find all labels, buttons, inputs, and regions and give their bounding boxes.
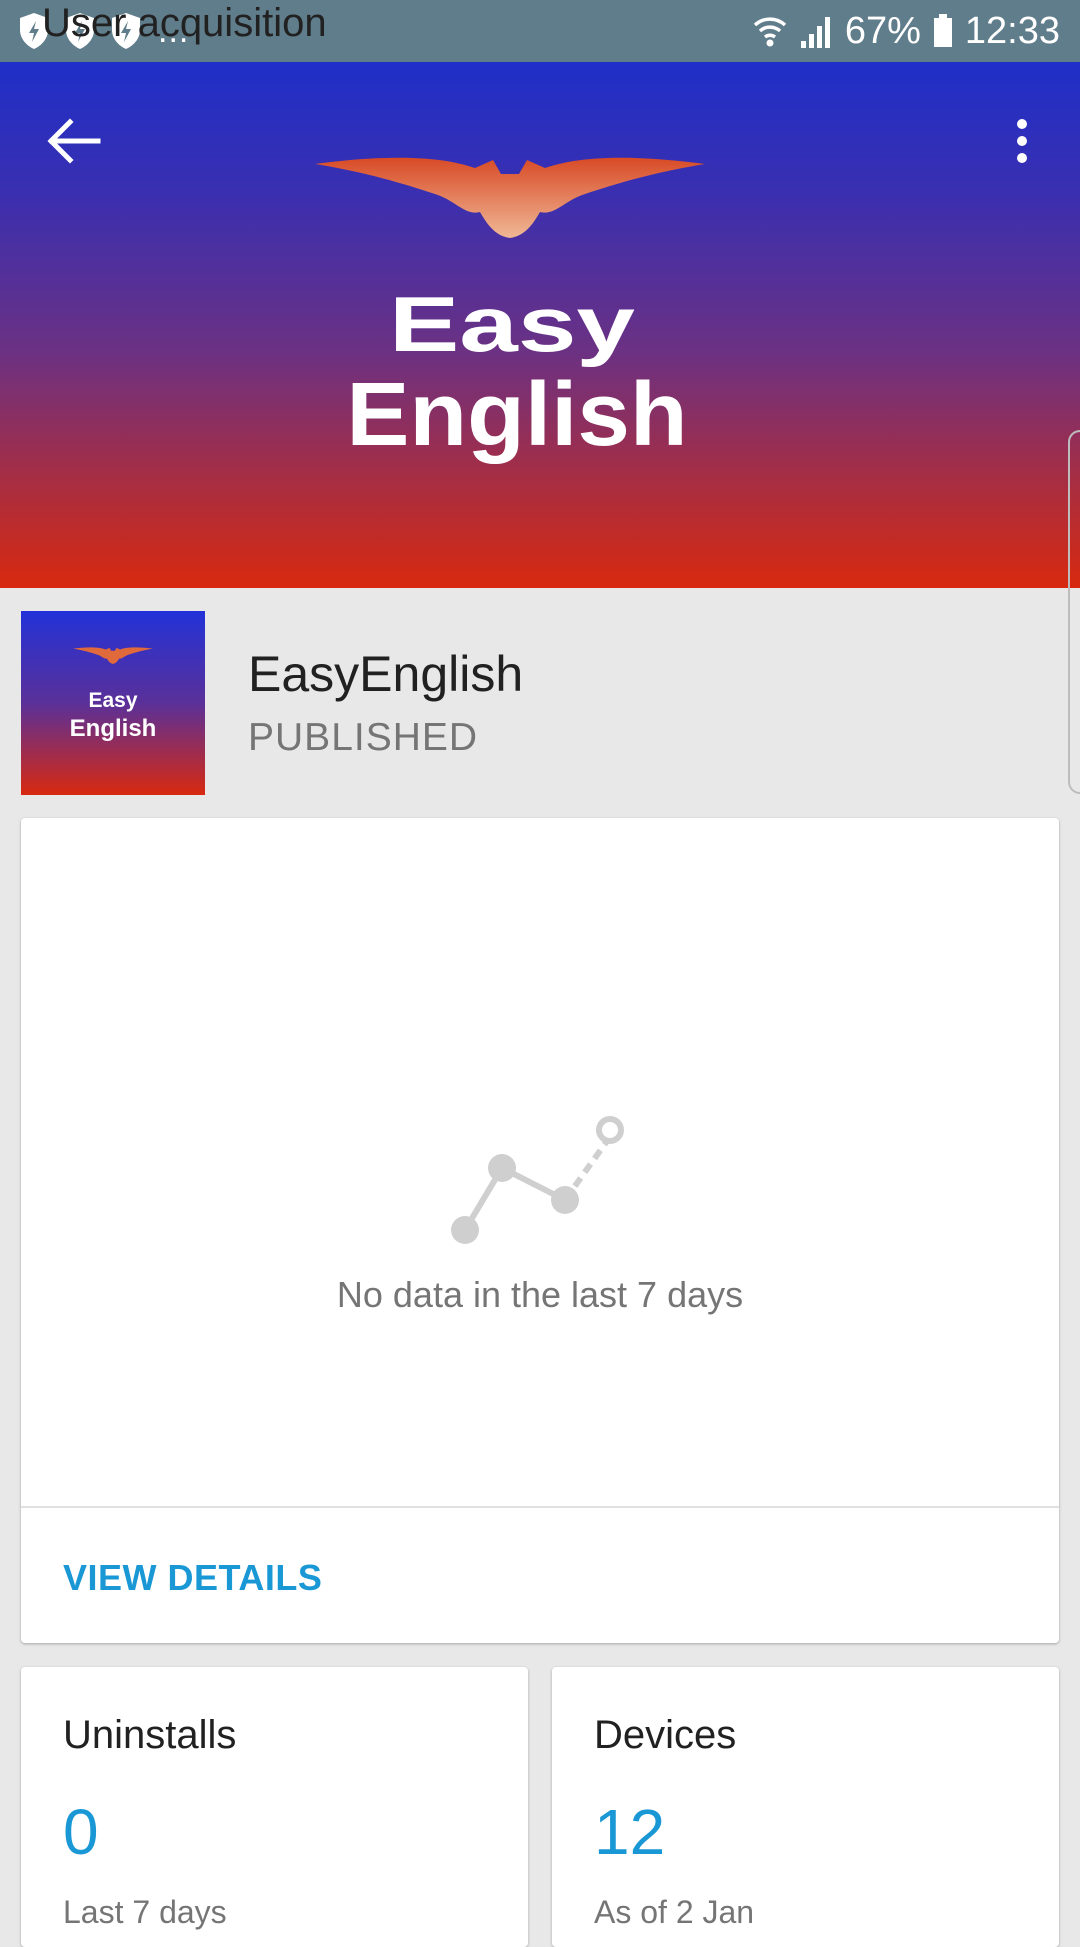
app-icon-text-line2: English [69, 715, 157, 742]
empty-state-message: No data in the last 7 days [336, 1274, 744, 1315]
back-arrow-icon[interactable] [40, 108, 106, 174]
more-options-icon[interactable] [1000, 108, 1044, 174]
uninstalls-title: Uninstalls [63, 1713, 237, 1757]
devices-caption: As of 2 Jan [594, 1894, 755, 1930]
clock: 12:33 [964, 10, 1060, 52]
edge-panel-handle[interactable] [1068, 430, 1080, 794]
app-name: EasyEnglish [248, 646, 524, 702]
signal-icon [800, 17, 830, 48]
app-icon-text-line1: Easy [88, 689, 138, 712]
app-icon: Easy English [21, 611, 205, 795]
app-feature-banner: Easy English [0, 62, 1080, 588]
bat-logo-icon [73, 647, 153, 664]
card-divider [21, 1506, 1059, 1508]
bat-logo-icon [315, 157, 705, 238]
banner-title-line1: Easy [389, 280, 635, 368]
battery-icon [933, 14, 952, 47]
uninstalls-caption: Last 7 days [63, 1894, 227, 1930]
devices-value: 12 [594, 1796, 666, 1868]
user-acquisition-title: User acquisition [42, 1, 327, 45]
wifi-icon [753, 17, 787, 47]
view-details-button[interactable]: VIEW DETAILS [63, 1557, 322, 1599]
empty-chart-icon [451, 1116, 624, 1244]
battery-percentage: 67% [844, 10, 921, 52]
devices-card[interactable]: Devices 12 As of 2 Jan [552, 1667, 1059, 1947]
devices-title: Devices [594, 1713, 737, 1757]
uninstalls-value: 0 [63, 1796, 99, 1868]
app-status: PUBLISHED [248, 716, 479, 759]
uninstalls-card[interactable]: Uninstalls 0 Last 7 days [21, 1667, 528, 1947]
system-status: 67% 12:33 [753, 10, 1060, 52]
banner-title-line2: English [346, 365, 688, 465]
